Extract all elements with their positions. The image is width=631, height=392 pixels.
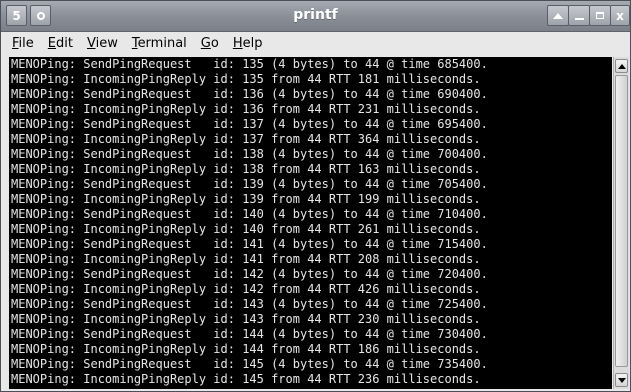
minimize-button[interactable] bbox=[568, 5, 590, 26]
window-title: printf bbox=[293, 7, 338, 23]
terminal-line: MENOPing: SendPingRequest id: 135 (4 byt… bbox=[11, 57, 488, 71]
maximize-icon bbox=[596, 12, 604, 19]
terminal-line: MENOPing: IncomingPingReply id: 144 from… bbox=[11, 342, 481, 356]
terminal-line: MENOPing: SendPingRequest id: 139 (4 byt… bbox=[11, 177, 488, 191]
menu-view-label: iew bbox=[95, 36, 118, 51]
terminal-line: MENOPing: IncomingPingReply id: 140 from… bbox=[11, 222, 481, 236]
scroll-down-arrow-icon bbox=[617, 377, 626, 383]
terminal-line: MENOPing: SendPingRequest id: 144 (4 byt… bbox=[11, 327, 488, 341]
terminal-window: 5 printf x File Edit View Terminal Go He… bbox=[0, 0, 631, 392]
terminal-line: MENOPing: SendPingRequest id: 145 (4 byt… bbox=[11, 357, 488, 371]
menu-view-mnemonic: V bbox=[86, 36, 96, 51]
menu-file[interactable]: File bbox=[6, 32, 40, 56]
menu-terminal[interactable]: Terminal bbox=[126, 32, 193, 56]
menu-bar: File Edit View Terminal Go Help bbox=[1, 32, 630, 56]
terminal-line: MENOPing: SendPingRequest id: 140 (4 byt… bbox=[11, 207, 488, 221]
terminal-line: MENOPing: SendPingRequest id: 137 (4 byt… bbox=[11, 117, 488, 131]
menu-help-label: elp bbox=[242, 36, 263, 51]
scroll-up-arrow-icon bbox=[617, 63, 626, 69]
menu-file-label: ile bbox=[18, 36, 34, 51]
menu-edit-mnemonic: E bbox=[47, 36, 56, 51]
terminal-lines: MENOPing: SendPingRequest id: 135 (4 byt… bbox=[9, 57, 612, 387]
terminal-line: MENOPing: IncomingPingReply id: 143 from… bbox=[11, 312, 481, 326]
terminal-line: MENOPing: IncomingPingReply id: 145 from… bbox=[11, 372, 481, 386]
terminal-output[interactable]: MENOPing: SendPingRequest id: 135 (4 byt… bbox=[9, 57, 612, 389]
scroll-down-button[interactable] bbox=[615, 373, 628, 387]
vertical-scrollbar[interactable] bbox=[613, 57, 629, 389]
terminal-line: MENOPing: IncomingPingReply id: 139 from… bbox=[11, 192, 481, 206]
menu-help[interactable]: Help bbox=[227, 32, 269, 56]
close-button[interactable]: x bbox=[610, 5, 630, 26]
terminal-line: MENOPing: SendPingRequest id: 143 (4 byt… bbox=[11, 297, 488, 311]
menu-terminal-label: erminal bbox=[137, 36, 187, 51]
shade-button[interactable] bbox=[547, 5, 569, 26]
menu-go[interactable]: Go bbox=[195, 32, 225, 56]
terminal-line: MENOPing: SendPingRequest id: 142 (4 byt… bbox=[11, 267, 488, 281]
minimize-icon bbox=[574, 17, 584, 20]
terminal-line: MENOPing: SendPingRequest id: 141 (4 byt… bbox=[11, 237, 488, 251]
close-icon: x bbox=[616, 8, 624, 23]
scrollbar-thumb[interactable] bbox=[615, 75, 628, 367]
menu-edit-label: dit bbox=[56, 36, 73, 51]
terminal-line: MENOPing: IncomingPingReply id: 142 from… bbox=[11, 282, 481, 296]
terminal-line: MENOPing: SendPingRequest id: 138 (4 byt… bbox=[11, 147, 488, 161]
terminal-line: MENOPing: IncomingPingReply id: 138 from… bbox=[11, 162, 481, 176]
scroll-up-button[interactable] bbox=[615, 59, 628, 73]
maximize-button[interactable] bbox=[589, 5, 611, 26]
menu-go-label: o bbox=[210, 36, 219, 51]
terminal-line: MENOPing: IncomingPingReply id: 141 from… bbox=[11, 252, 481, 266]
terminal-line: MENOPing: SendPingRequest id: 136 (4 byt… bbox=[11, 87, 488, 101]
menu-view[interactable]: View bbox=[81, 32, 124, 56]
shade-icon bbox=[553, 12, 563, 19]
title-bar[interactable]: 5 printf x bbox=[1, 1, 630, 32]
terminal-line: MENOPing: IncomingPingReply id: 136 from… bbox=[11, 102, 481, 116]
terminal-line: MENOPing: IncomingPingReply id: 137 from… bbox=[11, 132, 481, 146]
menu-go-mnemonic: G bbox=[200, 36, 211, 51]
menu-edit[interactable]: Edit bbox=[42, 32, 79, 56]
terminal-line: MENOPing: IncomingPingReply id: 135 from… bbox=[11, 72, 481, 86]
menu-help-mnemonic: H bbox=[232, 36, 243, 51]
